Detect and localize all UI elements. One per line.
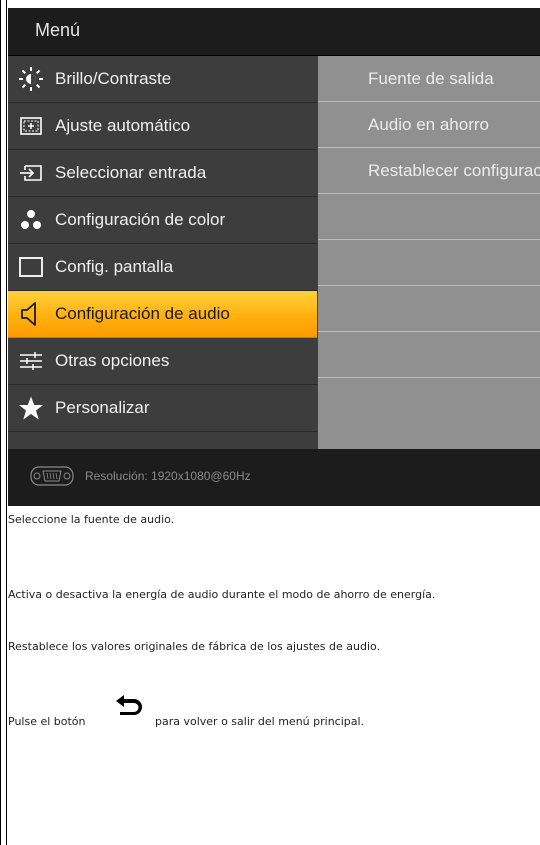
submenu-item-label: Fuente de salida	[368, 69, 494, 88]
input-source-icon	[18, 160, 44, 186]
menu-item-label: Ajuste automático	[55, 116, 191, 135]
osd-title: Menú	[35, 20, 81, 40]
submenu-panel: Fuente de salida Audio en ahorro Restabl…	[318, 56, 540, 449]
osd-header: Menú	[8, 8, 540, 56]
instruction-text-start: Pulse el botón	[8, 715, 86, 728]
menu-item-seleccionar-entrada[interactable]: Seleccionar entrada	[8, 150, 317, 197]
star-icon	[18, 395, 44, 421]
menu-item-label: Config. pantalla	[55, 257, 174, 276]
sliders-icon	[18, 348, 44, 374]
speaker-icon	[18, 301, 44, 327]
menu-item-label: Configuración de color	[55, 210, 226, 229]
menu-item-label: Configuración de audio	[55, 304, 230, 323]
submenu-item-restablecer[interactable]: Restablecer configuración	[318, 148, 540, 194]
back-arrow-icon	[114, 693, 144, 719]
back-button-instruction: Pulse el botón	[8, 715, 86, 728]
submenu-item-fuente-salida[interactable]: Fuente de salida	[318, 56, 540, 102]
vga-connector-icon	[30, 466, 74, 490]
menu-item-label: Brillo/Contraste	[55, 69, 172, 88]
left-border-rule	[0, 0, 7, 845]
menu-item-label: Seleccionar entrada	[55, 163, 207, 182]
submenu-empty-row	[318, 286, 540, 332]
display-settings-icon	[18, 254, 44, 280]
osd-menu-list: Brillo/Contraste Ajuste automático Selec…	[8, 56, 317, 432]
submenu-empty-row	[318, 378, 540, 424]
submenu-empty-row	[318, 332, 540, 378]
menu-item-configuracion-color[interactable]: Configuración de color	[8, 197, 317, 244]
menu-item-ajuste-automatico[interactable]: Ajuste automático	[8, 103, 317, 150]
menu-item-personalizar[interactable]: Personalizar	[8, 385, 317, 432]
submenu-empty-row	[318, 240, 540, 286]
menu-item-config-pantalla[interactable]: Config. pantalla	[8, 244, 317, 291]
menu-item-otras-opciones[interactable]: Otras opciones	[8, 338, 317, 385]
color-settings-icon	[18, 207, 44, 233]
submenu-item-label: Restablecer configuración	[368, 161, 540, 180]
resolution-readout: Resolución: 1920x1080@60Hz	[85, 469, 251, 483]
osd-menu: Menú Brillo/Contraste Ajuste automático …	[8, 8, 540, 506]
auto-adjust-icon	[18, 113, 44, 139]
menu-item-brillo-contraste[interactable]: Brillo/Contraste	[8, 56, 317, 103]
submenu-empty-row	[318, 194, 540, 240]
description-audio-ahorro: Activa o desactiva la energía de audio d…	[8, 588, 436, 601]
menu-item-configuracion-audio[interactable]: Configuración de audio	[8, 291, 317, 338]
submenu-item-audio-ahorro[interactable]: Audio en ahorro	[318, 102, 540, 148]
menu-item-label: Personalizar	[55, 398, 150, 417]
instruction-text-end: para volver o salir del menú principal.	[155, 715, 365, 728]
menu-item-label: Otras opciones	[55, 351, 170, 370]
description-fuente-salida: Seleccione la fuente de audio.	[8, 513, 175, 526]
submenu-item-label: Audio en ahorro	[368, 115, 489, 134]
brightness-icon	[18, 66, 44, 92]
description-restablecer: Restablece los valores originales de fáb…	[8, 640, 381, 653]
osd-footer: Resolución: 1920x1080@60Hz	[8, 449, 540, 506]
